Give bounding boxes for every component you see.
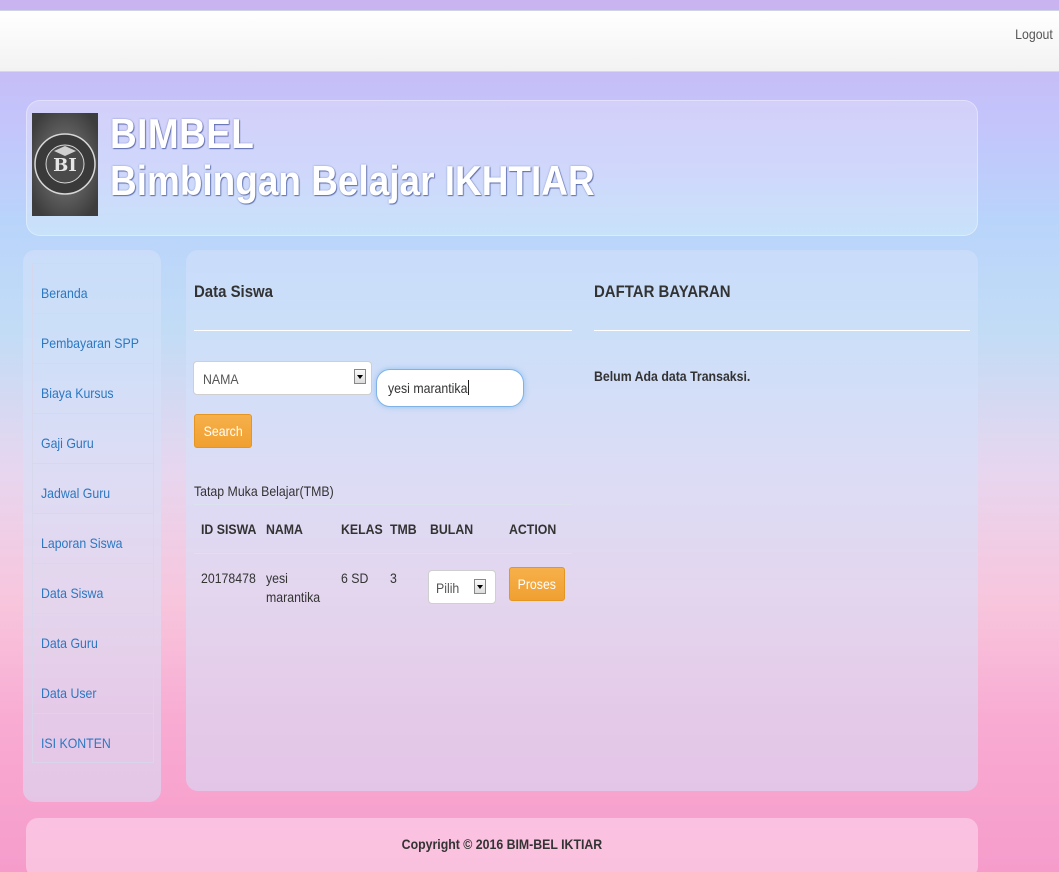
cell-tmb: 3	[390, 570, 397, 586]
sidebar-item-laporan-siswa[interactable]: Laporan Siswa	[32, 513, 154, 563]
cell-id-siswa: 20178478	[201, 570, 256, 586]
search-field-select[interactable]: NAMA	[193, 361, 372, 395]
bimbel-logo-icon: BI	[32, 113, 98, 216]
search-input-value: yesi marantika	[388, 380, 468, 396]
proses-button[interactable]: Proses	[509, 567, 565, 601]
brand-subtitle: Bimbingan Belajar IKHTIAR	[110, 157, 595, 204]
brand-title: BIMBEL	[110, 110, 255, 157]
search-field-select-value: NAMA	[203, 371, 239, 387]
top-navbar	[0, 10, 1059, 72]
search-input[interactable]: yesi marantika	[376, 369, 524, 407]
column-header-bulan: BULAN	[430, 521, 474, 537]
sidebar-item-data-siswa[interactable]: Data Siswa	[32, 563, 154, 613]
search-button[interactable]: Search	[194, 414, 252, 448]
column-header-nama: NAMA	[266, 521, 303, 537]
text-caret	[468, 380, 470, 395]
divider	[194, 330, 572, 331]
divider	[194, 553, 572, 554]
sidebar-item-data-user[interactable]: Data User	[32, 663, 154, 713]
column-header-id-siswa: ID SISWA	[201, 521, 257, 537]
empty-transaction-message: Belum Ada data Transaksi.	[594, 368, 751, 384]
divider	[594, 330, 970, 331]
sidebar-menu: Beranda Pembayaran SPP Biaya Kursus Gaji Gu…	[32, 263, 154, 763]
svg-text:BI: BI	[53, 155, 77, 176]
column-header-tmb: TMB	[390, 521, 417, 537]
sidebar-item-data-guru[interactable]: Data Guru	[32, 613, 154, 663]
chevron-down-icon	[354, 369, 366, 384]
table-caption: Tatap Muka Belajar(TMB)	[194, 483, 334, 499]
data-siswa-title: Data Siswa	[194, 282, 273, 301]
cell-nama: yesi marantika	[266, 570, 321, 605]
sidebar-item-isi-konten[interactable]: ISI KONTEN	[32, 713, 154, 763]
footer-copyright: Copyright © 2016 BIM-BEL IKTIAR	[401, 836, 603, 852]
chevron-down-icon	[474, 579, 486, 594]
sidebar-item-gaji-guru[interactable]: Gaji Guru	[32, 413, 154, 463]
main-panel	[186, 250, 978, 791]
sidebar-item-label: ISI KONTEN	[41, 735, 111, 751]
cell-kelas: 6 SD	[341, 570, 369, 586]
logout-link[interactable]: Logout	[1015, 26, 1053, 42]
sidebar-item-jadwal-guru[interactable]: Jadwal Guru	[32, 463, 154, 513]
sidebar-item-beranda[interactable]: Beranda	[32, 263, 154, 313]
column-header-kelas: KELAS	[341, 521, 383, 537]
bulan-select[interactable]: Pilih	[428, 570, 496, 604]
sidebar-item-pembayaran-spp[interactable]: Pembayaran SPP	[32, 313, 154, 363]
divider	[194, 504, 572, 505]
column-header-action: ACTION	[509, 521, 557, 537]
daftar-bayaran-title: DAFTAR BAYARAN	[594, 282, 731, 301]
bulan-select-value: Pilih	[436, 580, 460, 596]
